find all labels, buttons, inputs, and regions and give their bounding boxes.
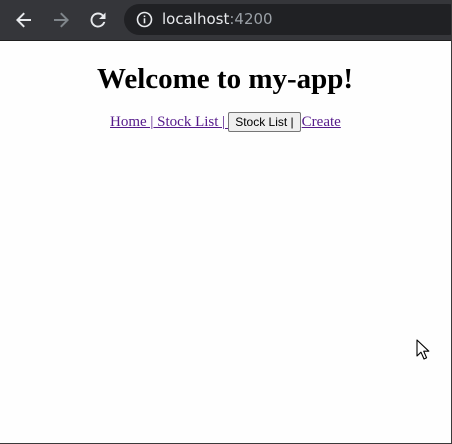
info-icon[interactable] (136, 11, 153, 28)
url-text: localhost:4200 (162, 10, 273, 29)
nav-links: Home | Stock List | Stock List | Create (110, 112, 341, 132)
browser-window: localhost:4200 Welcome to my-app! Home |… (0, 0, 452, 444)
mouse-cursor-icon (416, 339, 430, 360)
forward-button[interactable] (47, 6, 75, 34)
page-content: Welcome to my-app! Home | Stock List | S… (0, 41, 450, 443)
stock-list-link[interactable]: Stock List | (153, 112, 225, 132)
back-arrow-icon (16, 12, 31, 28)
reload-icon (90, 12, 106, 28)
page-title: Welcome to my-app! (96, 63, 354, 95)
home-link[interactable]: Home | (110, 112, 153, 132)
url-port: :4200 (229, 10, 273, 28)
create-link[interactable]: Create (302, 112, 341, 132)
browser-toolbar: localhost:4200 (0, 0, 451, 41)
back-button[interactable] (10, 6, 38, 34)
stock-list-button[interactable]: Stock List | (228, 112, 301, 132)
url-host: localhost (162, 10, 230, 28)
address-bar[interactable]: localhost:4200 (124, 4, 451, 35)
reload-button[interactable] (84, 6, 112, 34)
forward-arrow-icon (54, 12, 69, 28)
